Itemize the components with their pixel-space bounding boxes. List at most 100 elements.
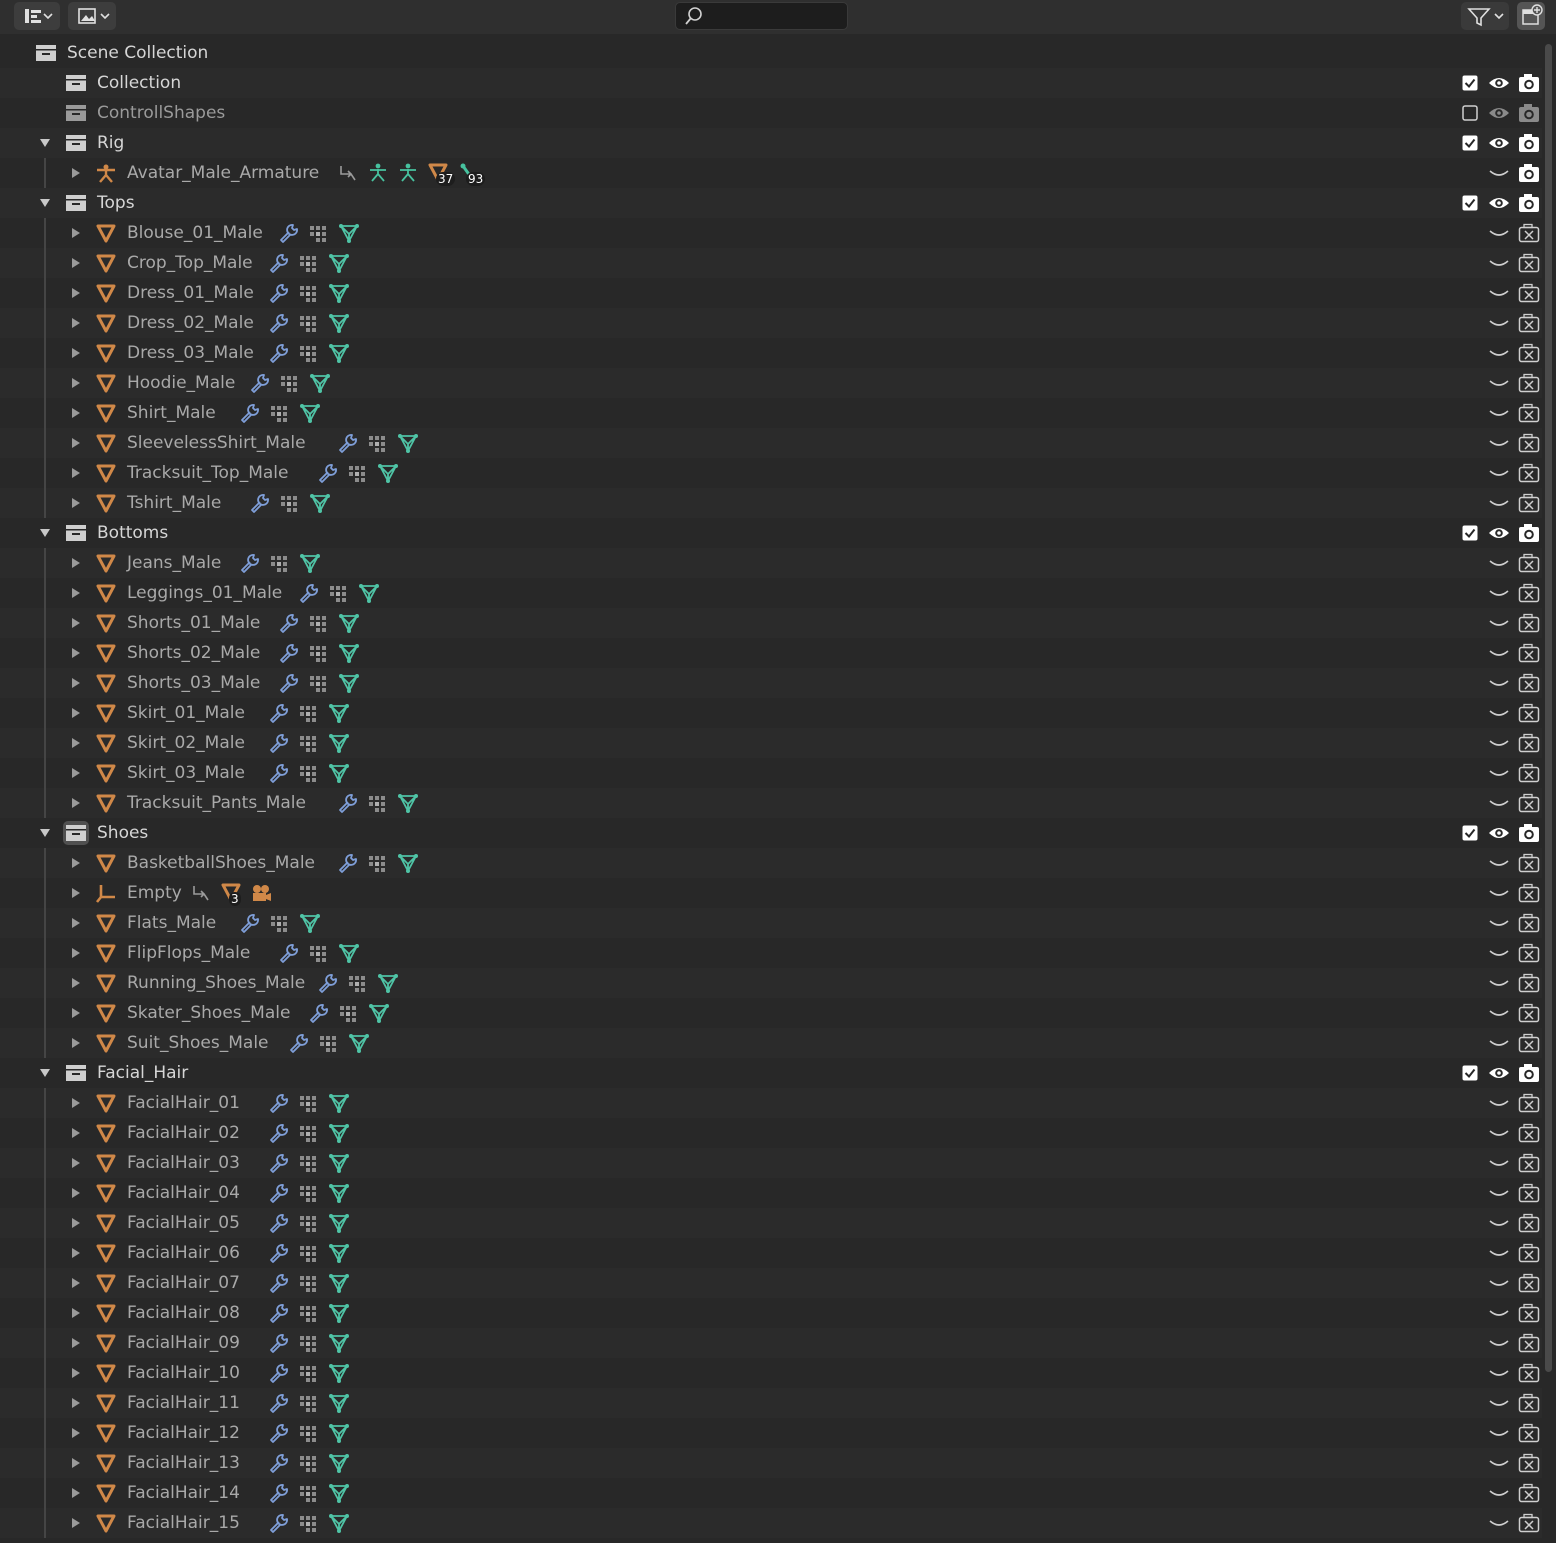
render-toggle[interactable] (1518, 672, 1540, 694)
visibility-toggle[interactable] (1488, 672, 1510, 694)
row-label[interactable]: Blouse_01_Male (127, 222, 263, 244)
mesh-data-button[interactable] (324, 1392, 354, 1414)
mesh-data-button[interactable] (305, 492, 335, 514)
disclosure-triangle[interactable] (70, 406, 82, 420)
visibility-toggle[interactable] (1488, 1122, 1510, 1144)
disclosure-triangle[interactable] (39, 136, 51, 150)
object-row[interactable]: FlipFlops_Male (0, 938, 1542, 968)
row-label[interactable]: Empty (127, 882, 182, 904)
vertex-groups-button[interactable] (294, 1422, 324, 1444)
disclosure-triangle[interactable] (70, 1276, 82, 1290)
render-toggle[interactable] (1518, 1272, 1540, 1294)
vertex-groups-button[interactable] (294, 762, 324, 784)
visibility-toggle[interactable] (1488, 1152, 1510, 1174)
vertex-groups-button[interactable] (294, 1152, 324, 1174)
collection-row[interactable]: Shoes (0, 818, 1542, 848)
row-label[interactable]: FacialHair_04 (127, 1182, 240, 1204)
row-label[interactable]: Tracksuit_Top_Male (127, 462, 288, 484)
visibility-toggle[interactable] (1488, 762, 1510, 784)
disclosure-triangle[interactable] (70, 1096, 82, 1110)
vertex-groups-button[interactable] (294, 1392, 324, 1414)
render-toggle[interactable] (1518, 732, 1540, 754)
mesh-data-button[interactable] (324, 1242, 354, 1264)
row-label[interactable]: Facial_Hair (97, 1062, 188, 1084)
collection-row[interactable]: Facial_Hair (0, 1058, 1542, 1088)
pose-button[interactable] (363, 162, 393, 184)
scrollbar[interactable] (1545, 44, 1552, 1372)
row-label[interactable]: FacialHair_10 (127, 1362, 240, 1384)
object-row[interactable]: Skirt_02_Male (0, 728, 1542, 758)
visibility-toggle[interactable] (1488, 282, 1510, 304)
vertex-groups-button[interactable] (265, 912, 295, 934)
filter-dropdown[interactable] (1461, 2, 1509, 30)
object-row[interactable]: FacialHair_14 (0, 1478, 1542, 1508)
render-toggle[interactable] (1518, 942, 1540, 964)
row-label[interactable]: Flats_Male (127, 912, 216, 934)
modifiers-button[interactable] (264, 312, 294, 334)
visibility-toggle[interactable] (1488, 72, 1510, 94)
vertex-groups-button[interactable] (363, 792, 393, 814)
modifiers-button[interactable] (264, 1452, 294, 1474)
render-toggle[interactable] (1518, 1152, 1540, 1174)
visibility-toggle[interactable] (1488, 582, 1510, 604)
visibility-toggle[interactable] (1488, 1422, 1510, 1444)
disclosure-triangle[interactable] (70, 976, 82, 990)
vertex-groups-button[interactable] (294, 1512, 324, 1534)
modifiers-button[interactable] (264, 282, 294, 304)
object-row[interactable]: FacialHair_06 (0, 1238, 1542, 1268)
vertex-groups-button[interactable] (294, 1362, 324, 1384)
object-row[interactable]: Hoodie_Male (0, 368, 1542, 398)
visibility-toggle[interactable] (1488, 522, 1510, 544)
search-input[interactable] (706, 6, 845, 28)
visibility-toggle[interactable] (1488, 372, 1510, 394)
disclosure-triangle[interactable] (70, 1486, 82, 1500)
visibility-toggle[interactable] (1488, 342, 1510, 364)
render-toggle[interactable] (1518, 882, 1540, 904)
visibility-toggle[interactable] (1488, 1092, 1510, 1114)
vertex-groups-button[interactable] (294, 1212, 324, 1234)
mesh-data-button[interactable] (393, 792, 423, 814)
disclosure-triangle[interactable] (70, 1306, 82, 1320)
modifiers-button[interactable] (235, 552, 265, 574)
render-toggle[interactable] (1518, 222, 1540, 244)
mesh-data-button[interactable] (324, 1152, 354, 1174)
exclude-checkbox[interactable] (1459, 132, 1481, 154)
mesh-data-button[interactable] (295, 402, 325, 424)
armature-data-button[interactable] (393, 162, 423, 184)
disclosure-triangle[interactable] (70, 1516, 82, 1530)
object-row[interactable]: FacialHair_12 (0, 1418, 1542, 1448)
disclosure-triangle[interactable] (70, 1216, 82, 1230)
render-toggle[interactable] (1518, 282, 1540, 304)
disclosure-triangle[interactable] (70, 226, 82, 240)
modifiers-button[interactable] (264, 1332, 294, 1354)
modifiers-button[interactable] (264, 1272, 294, 1294)
modifiers-button[interactable] (235, 912, 265, 934)
object-row[interactable]: Skirt_01_Male (0, 698, 1542, 728)
row-label[interactable]: FacialHair_12 (127, 1422, 240, 1444)
mesh-data-button[interactable] (324, 1512, 354, 1534)
render-toggle[interactable] (1518, 582, 1540, 604)
disclosure-triangle[interactable] (70, 376, 82, 390)
row-label[interactable]: Leggings_01_Male (127, 582, 282, 604)
modifiers-button[interactable] (274, 222, 304, 244)
mesh-data-button[interactable] (324, 1212, 354, 1234)
visibility-toggle[interactable] (1488, 1302, 1510, 1324)
vertex-groups-button[interactable] (275, 372, 305, 394)
visibility-toggle[interactable] (1488, 252, 1510, 274)
disclosure-triangle[interactable] (39, 1066, 51, 1080)
row-label[interactable]: FacialHair_05 (127, 1212, 240, 1234)
visibility-toggle[interactable] (1488, 792, 1510, 814)
exclude-checkbox[interactable] (1459, 192, 1481, 214)
object-row[interactable]: Leggings_01_Male (0, 578, 1542, 608)
row-label[interactable]: SleevelessShirt_Male (127, 432, 306, 454)
modifiers-button[interactable] (264, 1152, 294, 1174)
mesh-data-button[interactable] (324, 732, 354, 754)
vertex-groups-button[interactable] (343, 972, 373, 994)
vertex-groups-button[interactable] (294, 252, 324, 274)
disclosure-triangle[interactable] (70, 286, 82, 300)
row-label[interactable]: FacialHair_14 (127, 1482, 240, 1504)
vertex-groups-button[interactable] (294, 1092, 324, 1114)
object-row[interactable]: Shorts_02_Male (0, 638, 1542, 668)
visibility-toggle[interactable] (1488, 1212, 1510, 1234)
row-label[interactable]: Avatar_Male_Armature (127, 162, 319, 184)
